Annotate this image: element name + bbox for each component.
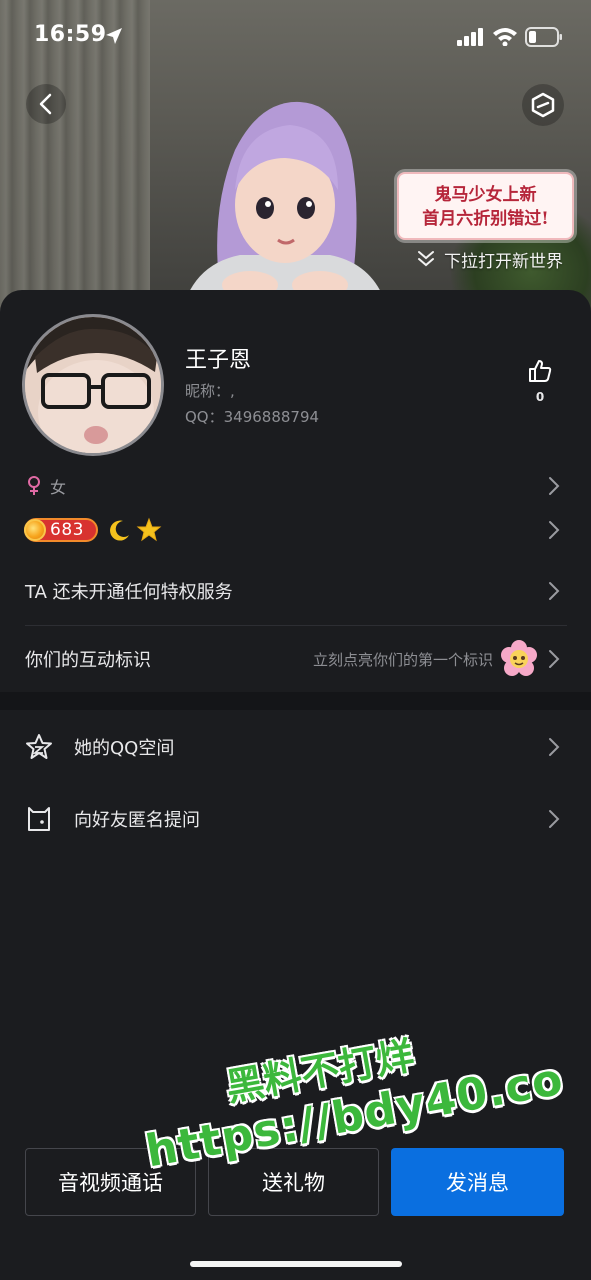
gender-row[interactable]: 女 bbox=[0, 468, 591, 504]
chevron-left-icon bbox=[39, 93, 52, 115]
qq-level-badge: 683 bbox=[24, 518, 98, 542]
avatar[interactable] bbox=[22, 314, 164, 456]
interaction-label: 你们的互动标识 bbox=[25, 650, 151, 671]
cellular-signal-icon bbox=[457, 28, 483, 46]
chevron-right-icon bbox=[549, 738, 560, 756]
location-arrow-icon bbox=[106, 28, 122, 44]
like-count: 0 bbox=[535, 390, 545, 404]
like-button[interactable]: 0 bbox=[520, 358, 560, 408]
anonymous-question-label: 向好友匿名提问 bbox=[74, 810, 200, 831]
moon-level-icon bbox=[110, 520, 129, 541]
level-row[interactable]: 683 bbox=[0, 512, 591, 548]
promo-line-1: 鬼马少女上新 bbox=[434, 185, 537, 205]
av-call-button[interactable]: 音视频通话 bbox=[25, 1148, 196, 1216]
chevron-right-icon bbox=[549, 810, 560, 828]
status-bar: 16:59 bbox=[0, 0, 591, 76]
chevron-right-icon bbox=[549, 477, 560, 495]
qzone-row[interactable]: 她的QQ空间 bbox=[0, 728, 591, 766]
interaction-hint: 立刻点亮你们的第一个标识 bbox=[312, 650, 493, 669]
section-separator bbox=[0, 692, 591, 710]
super-avatar-3d-figure[interactable] bbox=[180, 90, 390, 320]
avatar-settings-button[interactable] bbox=[522, 84, 564, 126]
female-symbol-icon bbox=[28, 476, 40, 495]
hexagon-slash-icon bbox=[531, 92, 555, 118]
sun-level-icon bbox=[24, 519, 46, 541]
qzone-star-icon bbox=[26, 734, 52, 759]
flower-mark-icon bbox=[501, 640, 537, 676]
chevron-right-icon bbox=[549, 521, 560, 539]
profile-cover-banner[interactable]: 16:59 鬼马少女上新 首月六折别错过! 下拉打开新世界 bbox=[0, 0, 591, 320]
chevron-right-icon bbox=[549, 582, 560, 600]
pull-down-hint: 下拉打开新世界 bbox=[416, 247, 563, 272]
chevron-right-icon bbox=[549, 650, 560, 668]
profile-qq-number: QQ：3496888794 bbox=[185, 408, 320, 426]
wifi-icon bbox=[493, 28, 517, 46]
avatar-photo bbox=[25, 317, 161, 453]
anonymous-question-row[interactable]: 向好友匿名提问 bbox=[0, 800, 591, 838]
star-level-icon bbox=[136, 517, 162, 542]
send-message-button[interactable]: 发消息 bbox=[391, 1148, 564, 1216]
divider bbox=[25, 625, 567, 626]
double-chevron-down-icon bbox=[418, 251, 434, 267]
profile-name: 王子恩 bbox=[185, 348, 252, 373]
promo-line-2: 首月六折别错过! bbox=[422, 209, 549, 229]
gender-label: 女 bbox=[50, 478, 67, 497]
privilege-row[interactable]: TA 还未开通任何特权服务 bbox=[0, 572, 591, 610]
question-box-icon bbox=[28, 807, 50, 831]
qzone-label: 她的QQ空间 bbox=[74, 738, 175, 759]
profile-nickname: 昵称：, bbox=[185, 382, 235, 400]
status-time: 16:59 bbox=[34, 22, 107, 47]
promo-card[interactable]: 鬼马少女上新 首月六折别错过! bbox=[397, 172, 574, 240]
interaction-mark-row[interactable]: 你们的互动标识 立刻点亮你们的第一个标识 bbox=[0, 640, 591, 678]
thumbs-up-icon bbox=[529, 360, 552, 382]
back-button[interactable] bbox=[26, 84, 66, 124]
send-gift-button[interactable]: 送礼物 bbox=[208, 1148, 379, 1216]
battery-icon bbox=[525, 27, 562, 47]
level-number: 683 bbox=[50, 520, 84, 540]
pull-hint-text: 下拉打开新世界 bbox=[444, 251, 563, 272]
home-indicator[interactable] bbox=[190, 1261, 402, 1267]
privilege-label: TA 还未开通任何特权服务 bbox=[25, 582, 233, 603]
